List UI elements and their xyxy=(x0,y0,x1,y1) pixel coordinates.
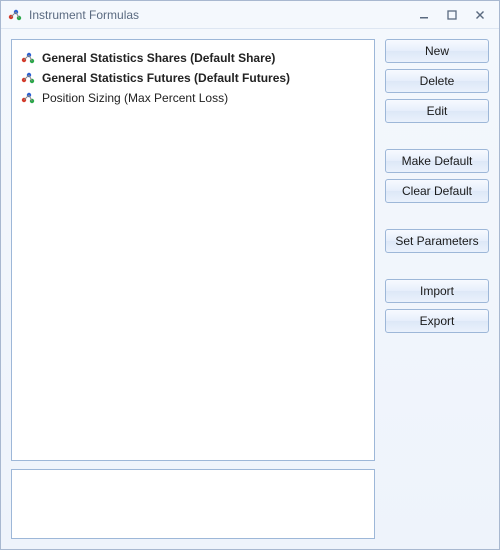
close-button[interactable] xyxy=(467,6,493,24)
left-column: General Statistics Shares (Default Share… xyxy=(11,39,375,539)
new-button[interactable]: New xyxy=(385,39,489,63)
app-icon xyxy=(7,7,23,23)
client-area: General Statistics Shares (Default Share… xyxy=(1,29,499,549)
button-column: New Delete Edit Make Default Clear Defau… xyxy=(385,39,489,539)
formula-list[interactable]: General Statistics Shares (Default Share… xyxy=(11,39,375,461)
list-item-label: General Statistics Shares (Default Share… xyxy=(42,50,275,66)
window-title: Instrument Formulas xyxy=(29,8,139,22)
export-button[interactable]: Export xyxy=(385,309,489,333)
window-root: Instrument Formulas xyxy=(0,0,500,550)
delete-button[interactable]: Delete xyxy=(385,69,489,93)
molecule-icon xyxy=(20,50,36,66)
list-item[interactable]: Position Sizing (Max Percent Loss) xyxy=(18,88,368,108)
edit-button[interactable]: Edit xyxy=(385,99,489,123)
titlebar: Instrument Formulas xyxy=(1,1,499,29)
list-item[interactable]: General Statistics Shares (Default Share… xyxy=(18,48,368,68)
make-default-button[interactable]: Make Default xyxy=(385,149,489,173)
set-parameters-button[interactable]: Set Parameters xyxy=(385,229,489,253)
clear-default-button[interactable]: Clear Default xyxy=(385,179,489,203)
molecule-icon xyxy=(20,90,36,106)
description-box xyxy=(11,469,375,539)
list-item[interactable]: General Statistics Futures (Default Futu… xyxy=(18,68,368,88)
maximize-button[interactable] xyxy=(439,6,465,24)
import-button[interactable]: Import xyxy=(385,279,489,303)
list-item-label: Position Sizing (Max Percent Loss) xyxy=(42,90,228,106)
list-item-label: General Statistics Futures (Default Futu… xyxy=(42,70,290,86)
minimize-button[interactable] xyxy=(411,6,437,24)
molecule-icon xyxy=(20,70,36,86)
